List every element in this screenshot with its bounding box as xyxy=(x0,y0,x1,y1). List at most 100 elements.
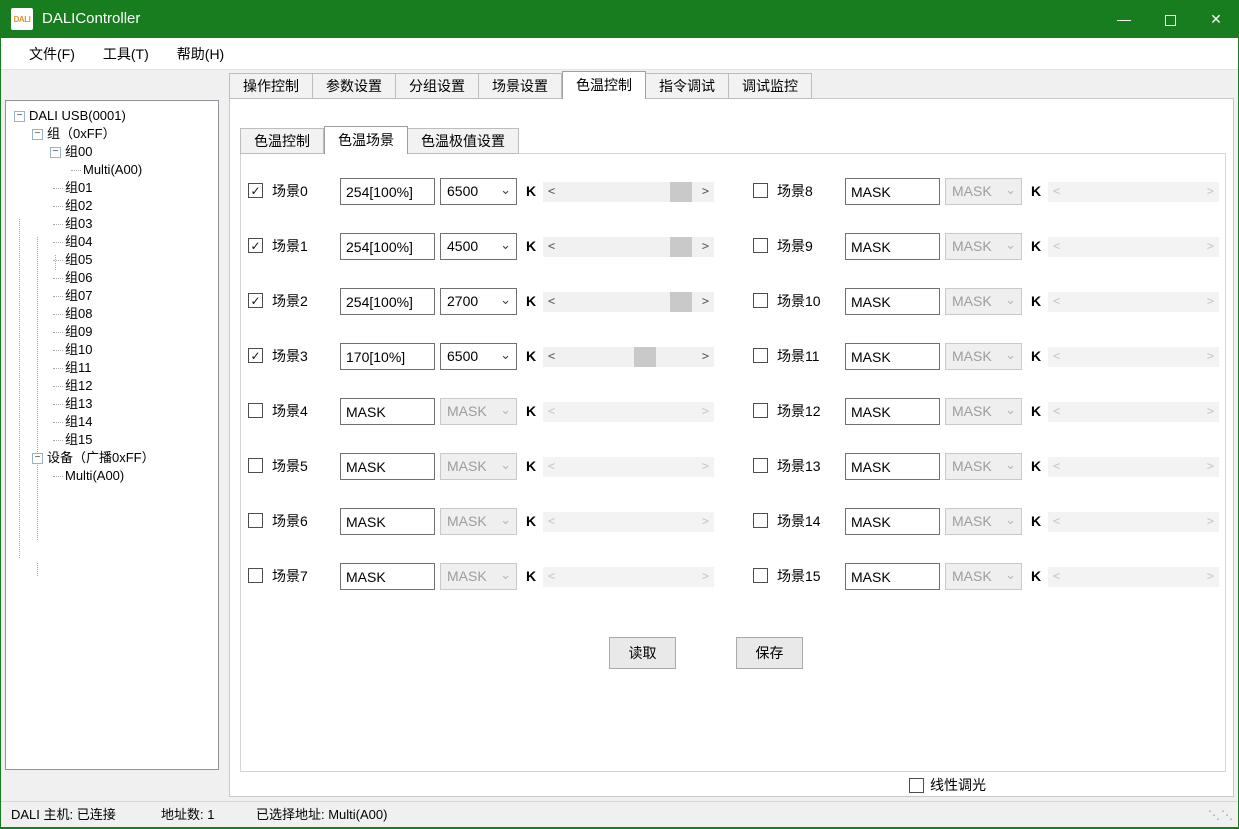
scene-cct-combo[interactable]: 4500⌄ xyxy=(440,233,517,260)
subtab-color-temp-control[interactable]: 色温控制 xyxy=(240,128,324,154)
tree-item-group14[interactable]: 组14 xyxy=(6,413,218,431)
scene-checkbox[interactable] xyxy=(753,293,768,308)
scene-checkbox[interactable] xyxy=(753,348,768,363)
scene-checkbox[interactable] xyxy=(753,513,768,528)
scroll-left-icon[interactable]: < xyxy=(543,292,560,312)
scene-level-input[interactable] xyxy=(845,288,940,315)
scrollbar-thumb[interactable] xyxy=(634,347,656,367)
tab-operation-control[interactable]: 操作控制 xyxy=(229,73,313,99)
collapse-icon[interactable]: − xyxy=(32,129,43,140)
scroll-right-icon[interactable]: > xyxy=(697,347,714,367)
menu-file[interactable]: 文件(F) xyxy=(15,39,89,69)
tab-scene-settings[interactable]: 场景设置 xyxy=(479,73,562,99)
tree-item-group10[interactable]: 组10 xyxy=(6,341,218,359)
scene-level-input[interactable] xyxy=(845,233,940,260)
linear-dimming-checkbox[interactable] xyxy=(909,778,924,793)
scene-checkbox[interactable] xyxy=(248,568,263,583)
scene-level-input[interactable] xyxy=(340,453,435,480)
tab-grouping-settings[interactable]: 分组设置 xyxy=(396,73,479,99)
scroll-left-icon[interactable]: < xyxy=(543,347,560,367)
tree-item-group-root[interactable]: −组（0xFF） xyxy=(6,125,218,143)
scroll-left-icon[interactable]: < xyxy=(543,182,560,202)
scroll-right-icon[interactable]: > xyxy=(697,237,714,257)
scene-level-input[interactable] xyxy=(845,563,940,590)
menu-tools[interactable]: 工具(T) xyxy=(89,39,163,69)
scene-level-input[interactable] xyxy=(845,178,940,205)
collapse-icon[interactable]: − xyxy=(32,453,43,464)
subtab-color-temp-scene[interactable]: 色温场景 xyxy=(324,126,408,154)
tab-parameter-settings[interactable]: 参数设置 xyxy=(313,73,396,99)
tree-item-group04[interactable]: 组04 xyxy=(6,233,218,251)
scene-level-input[interactable] xyxy=(340,343,435,370)
tree-item-group07[interactable]: 组07 xyxy=(6,287,218,305)
tab-color-temp-control[interactable]: 色温控制 xyxy=(562,71,646,99)
scene-level-input[interactable] xyxy=(845,343,940,370)
scrollbar-thumb[interactable] xyxy=(670,182,692,202)
scene-level-input[interactable] xyxy=(340,178,435,205)
scrollbar-thumb[interactable] xyxy=(670,237,692,257)
tree-item-group15[interactable]: 组15 xyxy=(6,431,218,449)
tree-item-group12[interactable]: 组12 xyxy=(6,377,218,395)
tree-item-group01[interactable]: 组01 xyxy=(6,179,218,197)
tree-item-group00[interactable]: −组00 xyxy=(6,143,218,161)
scroll-left-icon[interactable]: < xyxy=(543,237,560,257)
scene-checkbox[interactable] xyxy=(248,403,263,418)
collapse-icon[interactable]: − xyxy=(50,147,61,158)
tree-item-group13[interactable]: 组13 xyxy=(6,395,218,413)
scene-checkbox[interactable] xyxy=(248,513,263,528)
scene-checkbox[interactable] xyxy=(753,458,768,473)
scene-checkbox[interactable] xyxy=(753,238,768,253)
scene-cct-combo[interactable]: 6500⌄ xyxy=(440,178,517,205)
scene-level-input[interactable] xyxy=(340,398,435,425)
tree-item-group03[interactable]: 组03 xyxy=(6,215,218,233)
minimize-button[interactable]: — xyxy=(1101,0,1147,38)
tree-item-root[interactable]: −DALI USB(0001) xyxy=(6,107,218,125)
maximize-button[interactable] xyxy=(1147,0,1193,38)
scene-scrollbar[interactable]: <> xyxy=(543,182,714,202)
scene-level-input[interactable] xyxy=(340,233,435,260)
scene-checkbox[interactable]: ✓ xyxy=(248,348,263,363)
tree-item-group08[interactable]: 组08 xyxy=(6,305,218,323)
scene-cct-combo[interactable]: 2700⌄ xyxy=(440,288,517,315)
scene-level-input[interactable] xyxy=(845,508,940,535)
scene-level-input[interactable] xyxy=(340,508,435,535)
tab-command-debug[interactable]: 指令调试 xyxy=(646,73,729,99)
collapse-icon[interactable]: − xyxy=(14,111,25,122)
tree-item-multi-broadcast[interactable]: Multi(A00) xyxy=(6,467,218,485)
scene-level-input[interactable] xyxy=(845,453,940,480)
tab-debug-monitor[interactable]: 调试监控 xyxy=(729,73,812,99)
scroll-right-icon[interactable]: > xyxy=(697,292,714,312)
scene-checkbox[interactable]: ✓ xyxy=(248,238,263,253)
chevron-down-icon: ⌄ xyxy=(1005,179,1016,201)
scene-scrollbar[interactable]: <> xyxy=(543,347,714,367)
scene-checkbox[interactable] xyxy=(753,568,768,583)
scene-level-input[interactable] xyxy=(340,563,435,590)
tree-item-group06[interactable]: 组06 xyxy=(6,269,218,287)
scene-level-input[interactable] xyxy=(340,288,435,315)
read-button[interactable]: 读取 xyxy=(609,637,676,669)
scene-cct-combo[interactable]: 6500⌄ xyxy=(440,343,517,370)
scene-level-input[interactable] xyxy=(845,398,940,425)
kelvin-label: K xyxy=(1031,398,1041,425)
scene-checkbox[interactable] xyxy=(753,183,768,198)
scene-checkbox[interactable] xyxy=(753,403,768,418)
scene-scrollbar[interactable]: <> xyxy=(543,292,714,312)
save-button[interactable]: 保存 xyxy=(736,637,803,669)
scene-checkbox[interactable]: ✓ xyxy=(248,183,263,198)
menu-help[interactable]: 帮助(H) xyxy=(163,39,238,69)
sub-tab-strip: 色温控制 色温场景 色温极值设置 xyxy=(240,126,519,154)
close-button[interactable]: ✕ xyxy=(1193,0,1239,38)
tree-item-group11[interactable]: 组11 xyxy=(6,359,218,377)
tree-item-group05[interactable]: 组05 xyxy=(6,251,218,269)
scrollbar-thumb[interactable] xyxy=(670,292,692,312)
tree-item-group09[interactable]: 组09 xyxy=(6,323,218,341)
resize-grip-icon[interactable]: ⋱⋱ xyxy=(1208,802,1234,826)
tree-item-multi[interactable]: Multi(A00) xyxy=(6,161,218,179)
subtab-color-temp-limits[interactable]: 色温极值设置 xyxy=(408,128,519,154)
tree-item-group02[interactable]: 组02 xyxy=(6,197,218,215)
scroll-right-icon[interactable]: > xyxy=(697,182,714,202)
tree-item-device-broadcast[interactable]: −设备（广播0xFF） xyxy=(6,449,218,467)
scene-checkbox[interactable]: ✓ xyxy=(248,293,263,308)
scene-checkbox[interactable] xyxy=(248,458,263,473)
scene-scrollbar[interactable]: <> xyxy=(543,237,714,257)
